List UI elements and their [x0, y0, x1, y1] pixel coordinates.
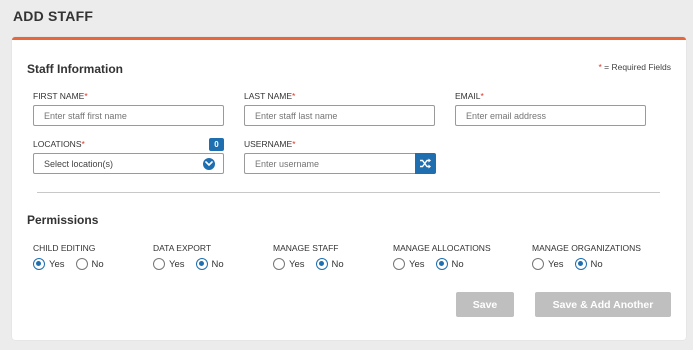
manage-organizations-label: MANAGE ORGANIZATIONS — [532, 243, 641, 253]
add-staff-form-card: Staff Information * = Required Fields FI… — [12, 37, 686, 340]
child-editing-radio-group: Yes No — [33, 258, 115, 270]
save-button[interactable]: Save — [456, 292, 514, 317]
manage-staff-yes-radio[interactable] — [273, 258, 285, 270]
manage-staff-yes-label: Yes — [289, 258, 305, 270]
locations-select-placeholder: Select location(s) — [44, 158, 114, 169]
first-name-label: FIRST NAME* — [33, 91, 88, 101]
required-fields-note: * = Required Fields — [598, 62, 671, 72]
staff-information-heading: Staff Information — [27, 62, 123, 76]
data-export-no-radio[interactable] — [195, 258, 208, 270]
manage-staff-no-label: No — [331, 258, 344, 270]
data-export-radio-group: Yes No — [153, 258, 235, 270]
last-name-input[interactable] — [244, 105, 435, 126]
last-name-label: LAST NAME* — [244, 91, 296, 101]
locations-label: LOCATIONS* — [33, 139, 85, 149]
email-label: EMAIL* — [455, 91, 484, 101]
email-input[interactable] — [455, 105, 646, 126]
manage-allocations-radio-group: Yes No — [393, 258, 475, 270]
data-export-yes-label: Yes — [169, 258, 185, 270]
manage-organizations-no-label: No — [590, 258, 603, 270]
username-label: USERNAME* — [244, 139, 296, 149]
manage-staff-label: MANAGE STAFF — [273, 243, 339, 253]
save-and-add-another-button[interactable]: Save & Add Another — [535, 292, 671, 317]
manage-staff-no-radio[interactable] — [315, 258, 328, 270]
manage-allocations-yes-label: Yes — [409, 258, 425, 270]
child-editing-no-radio[interactable] — [75, 258, 88, 270]
required-fields-text: = Required Fields — [601, 62, 671, 72]
manage-organizations-yes-label: Yes — [548, 258, 564, 270]
child-editing-label: CHILD EDITING — [33, 243, 96, 253]
generate-username-button[interactable] — [415, 153, 436, 174]
manage-allocations-no-radio[interactable] — [435, 258, 448, 270]
data-export-no-label: No — [211, 258, 224, 270]
manage-organizations-no-radio[interactable] — [574, 258, 587, 270]
page-title: ADD STAFF — [13, 8, 94, 24]
locations-count-badge: 0 — [209, 138, 224, 151]
manage-allocations-label: MANAGE ALLOCATIONS — [393, 243, 491, 253]
first-name-input[interactable] — [33, 105, 224, 126]
data-export-yes-radio[interactable] — [153, 258, 165, 270]
section-divider — [37, 192, 660, 193]
manage-organizations-radio-group: Yes No — [532, 258, 614, 270]
child-editing-no-label: No — [91, 258, 104, 270]
child-editing-yes-label: Yes — [49, 258, 65, 270]
username-input[interactable] — [244, 153, 416, 174]
manage-organizations-yes-radio[interactable] — [532, 258, 544, 270]
manage-allocations-no-label: No — [451, 258, 464, 270]
manage-allocations-yes-radio[interactable] — [393, 258, 405, 270]
shuffle-icon — [420, 158, 431, 169]
child-editing-yes-radio[interactable] — [33, 258, 45, 270]
manage-staff-radio-group: Yes No — [273, 258, 355, 270]
data-export-label: DATA EXPORT — [153, 243, 212, 253]
permissions-heading: Permissions — [27, 213, 99, 227]
locations-select[interactable]: Select location(s) — [33, 153, 224, 174]
chevron-down-icon — [203, 158, 215, 170]
